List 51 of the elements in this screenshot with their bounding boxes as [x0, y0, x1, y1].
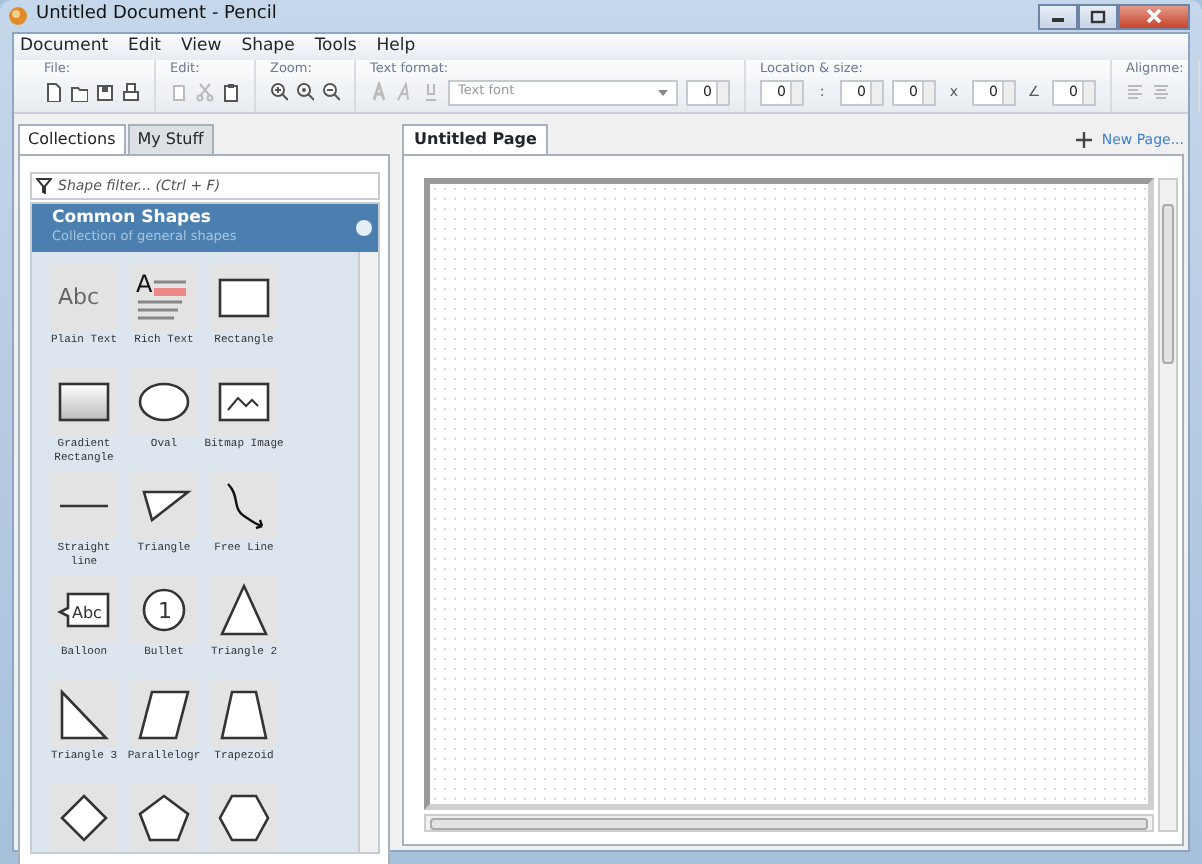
shape-tile[interactable]: [210, 472, 278, 540]
window-title: Untitled Document - Pencil: [36, 2, 277, 29]
shape-tile[interactable]: [50, 368, 118, 436]
shape-tile[interactable]: [210, 264, 278, 332]
new-file-icon[interactable]: [44, 82, 62, 102]
hexagon-icon: [216, 790, 272, 846]
right-triangle-icon: [56, 686, 112, 742]
panel-tab[interactable]: My Stuff: [127, 124, 214, 154]
maximize-button[interactable]: [1078, 3, 1118, 29]
printer-icon[interactable]: [122, 82, 140, 102]
triangle-icon: [216, 582, 272, 638]
shape-tile[interactable]: [210, 576, 278, 644]
shape-tile[interactable]: [210, 784, 278, 852]
menu-item[interactable]: Shape: [241, 36, 295, 58]
panel-tab[interactable]: Collections: [18, 124, 126, 154]
zoom-in-icon[interactable]: [270, 82, 288, 102]
diamond-icon: [56, 790, 112, 846]
shape-tile[interactable]: [50, 784, 118, 852]
shape-tile[interactable]: [130, 784, 198, 852]
shape-tile[interactable]: [130, 680, 198, 748]
app-icon: [8, 6, 28, 26]
zoom-icon[interactable]: [296, 82, 314, 102]
shape-tile[interactable]: [130, 368, 198, 436]
filter-icon: [36, 178, 52, 194]
zoom-out-icon[interactable]: [322, 82, 340, 102]
menu-item[interactable]: Tools: [314, 36, 357, 58]
save-icon[interactable]: [96, 82, 114, 102]
scrollbar[interactable]: [358, 252, 378, 852]
vertical-scrollbar[interactable]: [1158, 178, 1178, 832]
menu-item[interactable]: Document: [20, 36, 109, 58]
shape-tile[interactable]: [210, 368, 278, 436]
folder-icon[interactable]: [70, 82, 88, 102]
maximize-icon: [1090, 9, 1106, 23]
caret-icon: [658, 89, 668, 95]
shape-tile[interactable]: [50, 472, 118, 540]
close-button[interactable]: [1118, 3, 1190, 29]
parallelogram-icon: [136, 686, 192, 742]
trapezoid-icon: [216, 686, 272, 742]
menu-item[interactable]: Edit: [128, 36, 162, 58]
shape-tile[interactable]: [50, 680, 118, 748]
horizontal-scrollbar[interactable]: [424, 814, 1154, 832]
minimize-button[interactable]: [1038, 3, 1078, 29]
menu-item[interactable]: View: [181, 36, 222, 58]
pentagon-icon: [136, 790, 192, 846]
menu-item[interactable]: Help: [376, 36, 416, 58]
shape-tile[interactable]: [130, 472, 198, 540]
line-icon: [58, 500, 110, 512]
shape-tile[interactable]: [210, 680, 278, 748]
plus-icon[interactable]: [1075, 131, 1092, 148]
clipboard-icon[interactable]: [222, 82, 240, 102]
page-tab[interactable]: Untitled Page: [402, 124, 549, 154]
